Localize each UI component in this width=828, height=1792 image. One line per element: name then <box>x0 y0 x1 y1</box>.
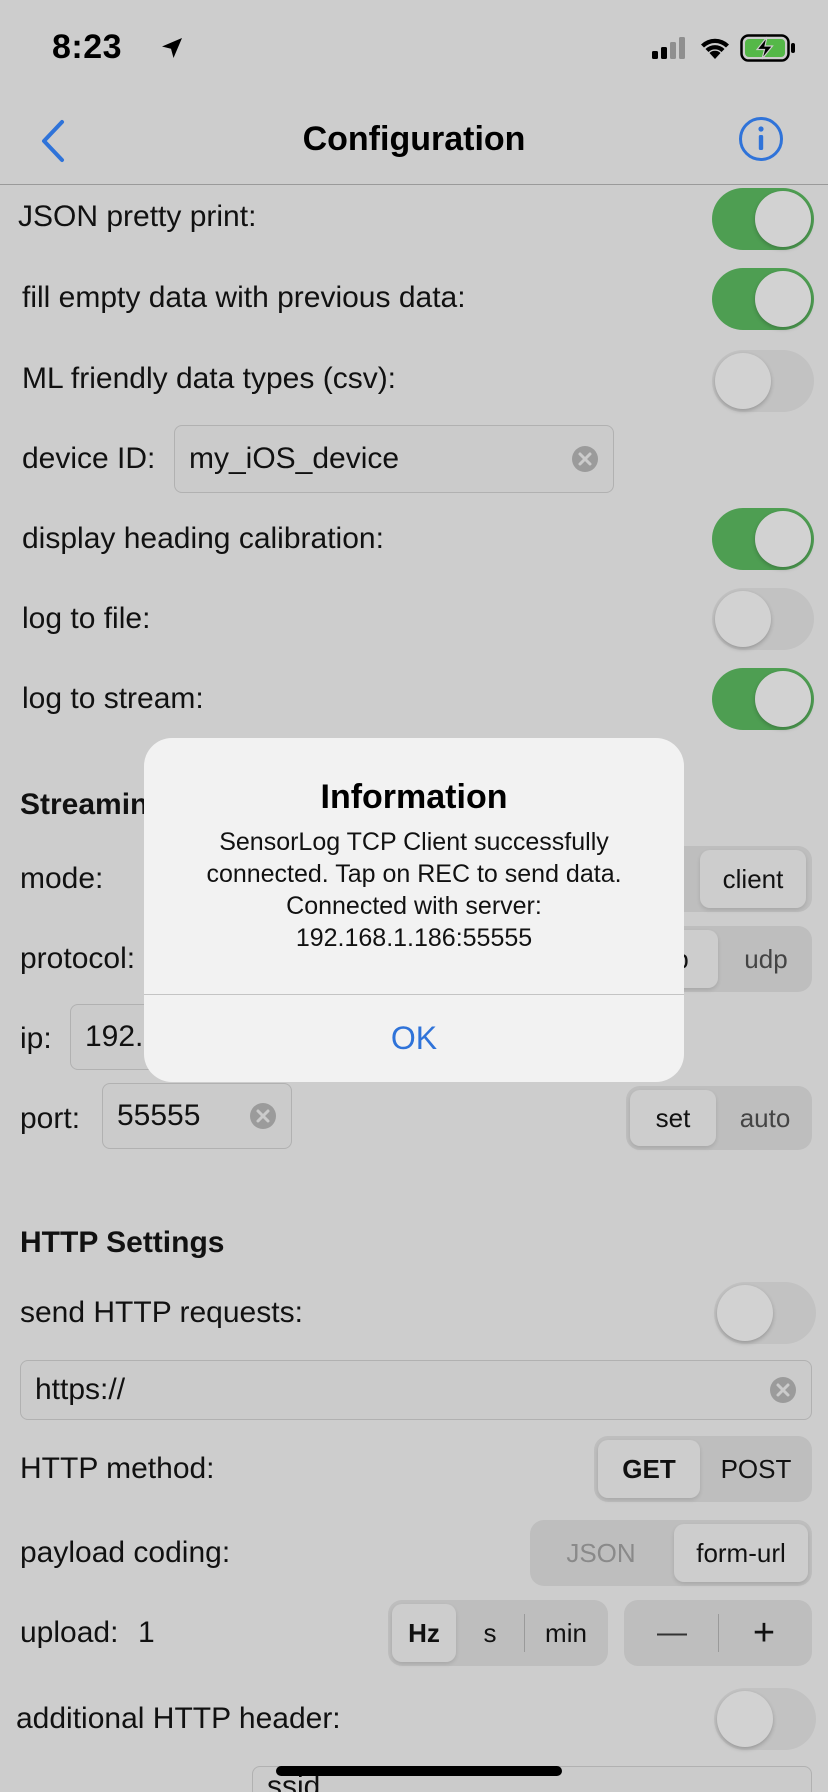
ok-button[interactable]: OK <box>144 995 684 1082</box>
alert-dialog: Information SensorLog TCP Client success… <box>144 738 684 1082</box>
alert-title: Information <box>320 778 508 816</box>
alert-message-line: 192.168.1.186:55555 <box>295 924 533 952</box>
home-indicator[interactable] <box>276 1766 562 1776</box>
alert-message-line: Connected with server: <box>286 892 542 920</box>
alert-message-line: connected. Tap on REC to send data. <box>206 860 622 888</box>
alert-message-line: SensorLog TCP Client successfully <box>219 828 609 856</box>
alert-message: SensorLog TCP Client successfully connec… <box>164 826 664 954</box>
